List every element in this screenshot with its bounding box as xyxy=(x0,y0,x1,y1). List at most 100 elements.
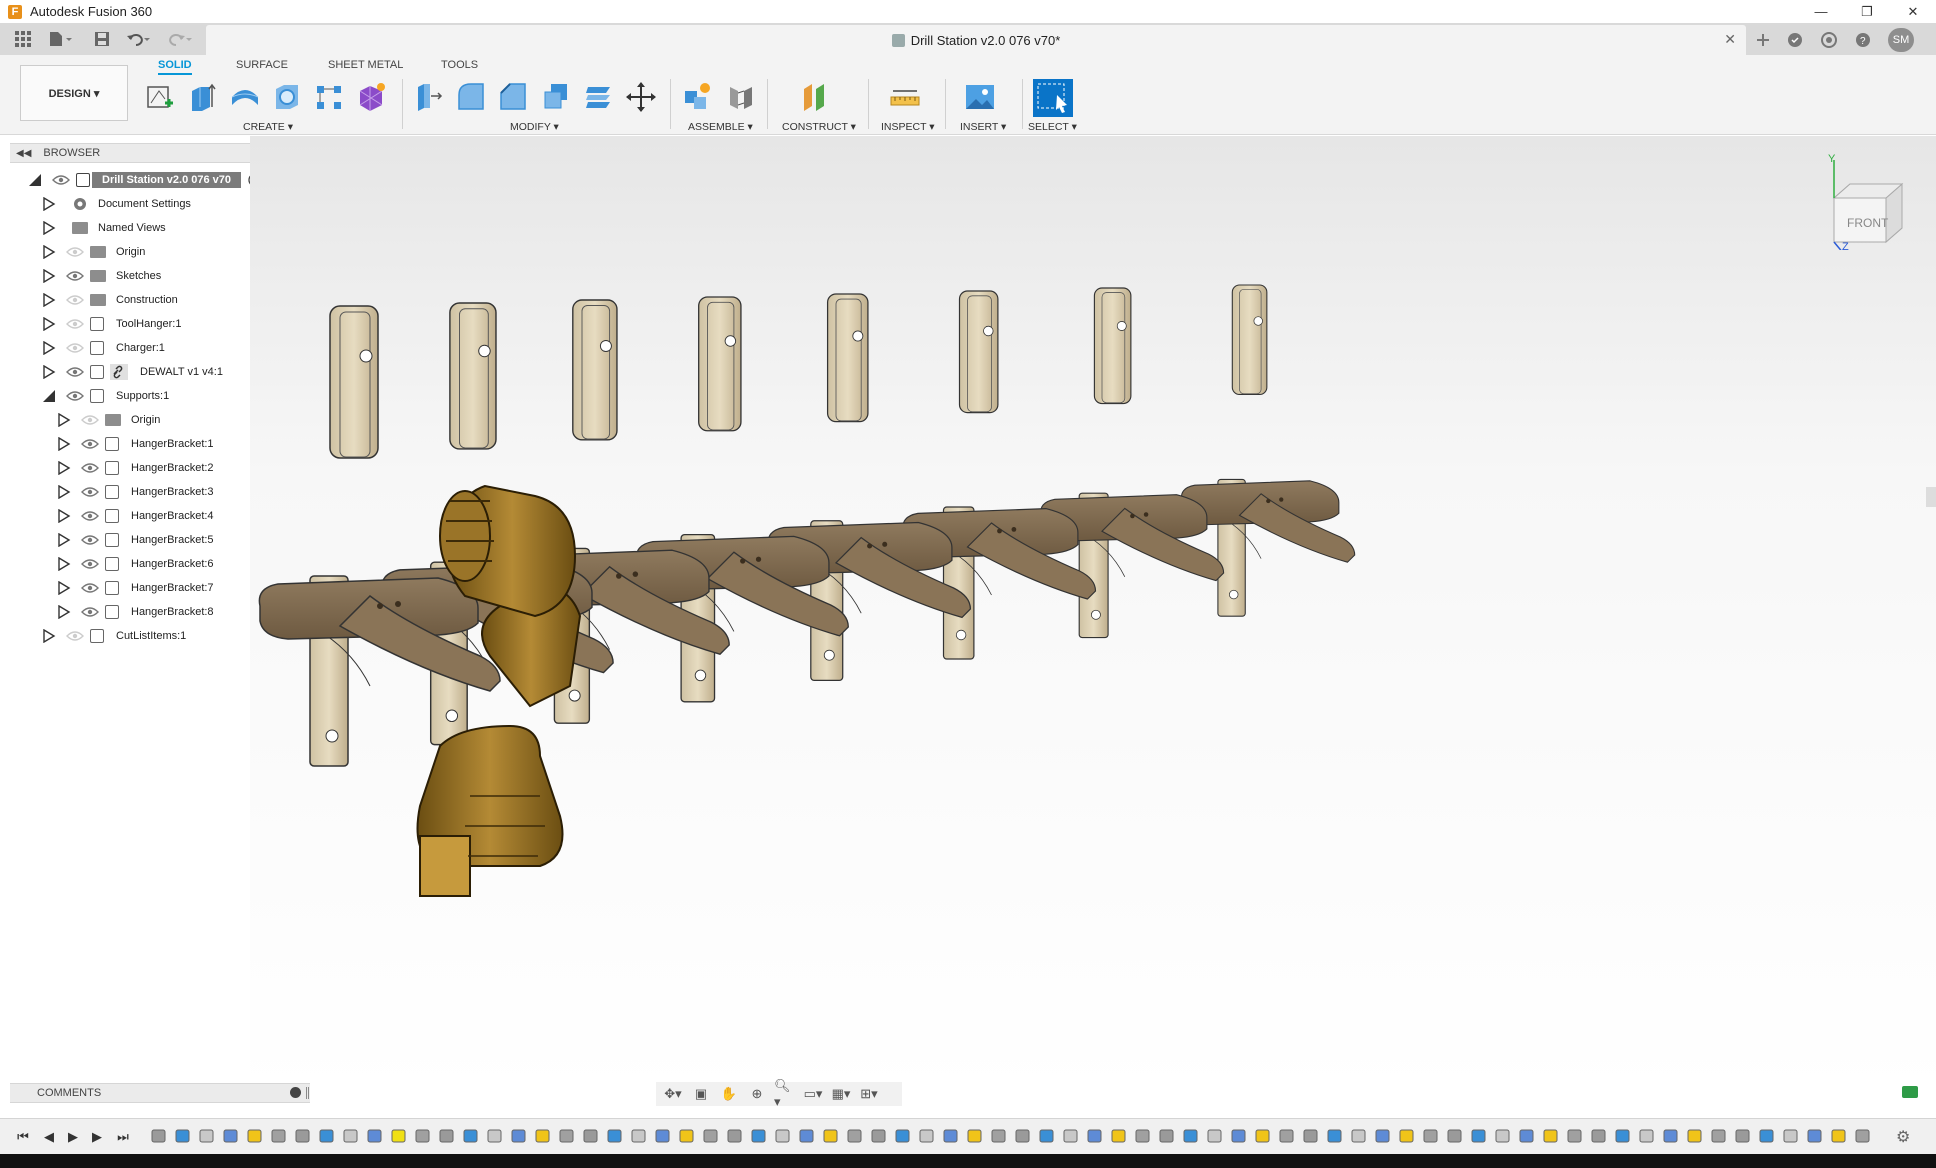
expand-triangle-icon[interactable] xyxy=(42,221,56,235)
timeline-feature-icon[interactable] xyxy=(798,1127,816,1145)
expand-triangle-icon[interactable] xyxy=(57,413,71,427)
visibility-eye-icon[interactable] xyxy=(66,630,84,642)
timeline-feature-icon[interactable] xyxy=(678,1127,696,1145)
timeline-feature-icon[interactable] xyxy=(1806,1127,1824,1145)
timeline-feature-icon[interactable] xyxy=(1230,1127,1248,1145)
timeline-feature-icon[interactable] xyxy=(1470,1127,1488,1145)
close-icon[interactable]: ✕ xyxy=(1890,0,1936,23)
browser-root-row[interactable]: Drill Station v2.0 076 v70 xyxy=(28,169,263,191)
press-pull-icon[interactable] xyxy=(414,81,444,113)
construct-menu[interactable]: CONSTRUCT ▾ xyxy=(782,121,856,133)
timeline-feature-icon[interactable] xyxy=(1350,1127,1368,1145)
visibility-eye-icon[interactable] xyxy=(66,246,84,258)
document-tab[interactable]: Drill Station v2.0 076 v70* ✕ xyxy=(206,25,1746,55)
viewports-icon[interactable]: ⊞▾ xyxy=(858,1085,880,1103)
move-copy-icon[interactable] xyxy=(626,81,656,113)
timeline-feature-icon[interactable] xyxy=(1734,1127,1752,1145)
inspect-menu[interactable]: INSPECT ▾ xyxy=(881,121,935,133)
viewcube-face-label[interactable]: FRONT xyxy=(1847,216,1889,230)
timeline-feature-icon[interactable] xyxy=(342,1127,360,1145)
timeline-feature-icon[interactable] xyxy=(966,1127,984,1145)
timeline-feature-icon[interactable] xyxy=(1518,1127,1536,1145)
timeline-feature-icon[interactable] xyxy=(246,1127,264,1145)
visibility-eye-icon[interactable] xyxy=(81,462,99,474)
save-icon[interactable] xyxy=(92,28,112,50)
browser-item[interactable]: Origin xyxy=(42,241,145,263)
assemble-menu[interactable]: ASSEMBLE ▾ xyxy=(688,121,753,133)
extrude-icon[interactable] xyxy=(188,81,218,113)
display-settings-icon[interactable]: ▭▾ xyxy=(802,1085,824,1103)
timeline-feature-icon[interactable] xyxy=(1422,1127,1440,1145)
visibility-eye-icon[interactable] xyxy=(81,438,99,450)
tab-surface[interactable]: SURFACE xyxy=(236,59,288,71)
timeline-feature-icon[interactable] xyxy=(1326,1127,1344,1145)
visibility-eye-icon[interactable] xyxy=(81,534,99,546)
timeline-feature-icon[interactable] xyxy=(1494,1127,1512,1145)
select-menu[interactable]: SELECT ▾ xyxy=(1028,121,1077,133)
browser-item[interactable]: Document Settings xyxy=(42,193,191,215)
insert-canvas-icon[interactable] xyxy=(965,81,995,113)
expand-triangle-icon[interactable] xyxy=(42,245,56,259)
expand-triangle-icon[interactable] xyxy=(57,509,71,523)
data-panel-grid-icon[interactable] xyxy=(12,28,34,50)
timeline-feature-icon[interactable] xyxy=(750,1127,768,1145)
timeline-feature-icon[interactable] xyxy=(630,1127,648,1145)
visibility-eye-icon[interactable] xyxy=(66,270,84,282)
timeline-feature-icon[interactable] xyxy=(1830,1127,1848,1145)
timeline-feature-icon[interactable] xyxy=(150,1127,168,1145)
timeline-feature-icon[interactable] xyxy=(1854,1127,1872,1145)
expand-triangle-icon[interactable] xyxy=(57,581,71,595)
revolve-icon[interactable] xyxy=(230,81,260,113)
panel-pin-icon[interactable] xyxy=(306,1087,309,1099)
browser-item[interactable]: Named Views xyxy=(42,217,166,239)
timeline-feature-icon[interactable] xyxy=(870,1127,888,1145)
file-menu-icon[interactable] xyxy=(46,28,76,50)
fit-view-icon[interactable]: 🔍︎▾ xyxy=(774,1078,796,1109)
timeline-feature-icon[interactable] xyxy=(486,1127,504,1145)
timeline-feature-icon[interactable] xyxy=(918,1127,936,1145)
browser-item[interactable]: HangerBracket:6 xyxy=(57,553,214,575)
rectangular-pattern-icon[interactable] xyxy=(314,81,344,113)
timeline-feature-icon[interactable] xyxy=(654,1127,672,1145)
timeline-feature-icon[interactable] xyxy=(1590,1127,1608,1145)
browser-item[interactable]: HangerBracket:3 xyxy=(57,481,214,503)
timeline-feature-icon[interactable] xyxy=(1254,1127,1272,1145)
timeline-feature-icon[interactable] xyxy=(822,1127,840,1145)
fillet-icon[interactable] xyxy=(456,81,486,113)
measure-icon[interactable] xyxy=(890,81,920,113)
timeline-feature-icon[interactable] xyxy=(462,1127,480,1145)
chamfer-icon[interactable] xyxy=(498,81,528,113)
expand-triangle-icon[interactable] xyxy=(42,197,56,211)
expand-triangle-icon[interactable] xyxy=(57,437,71,451)
timeline-feature-icon[interactable] xyxy=(1182,1127,1200,1145)
timeline-feature-icon[interactable] xyxy=(1134,1127,1152,1145)
timeline-track[interactable] xyxy=(150,1127,1890,1147)
create-menu[interactable]: CREATE ▾ xyxy=(243,121,293,133)
browser-item[interactable]: ToolHanger:1 xyxy=(42,313,181,335)
shell-icon[interactable] xyxy=(541,81,571,113)
timeline-feature-icon[interactable] xyxy=(606,1127,624,1145)
3d-viewport[interactable] xyxy=(250,136,1936,1096)
expand-triangle-icon[interactable] xyxy=(42,317,56,331)
view-cube[interactable]: FRONT Y Z xyxy=(1820,150,1920,250)
browser-item[interactable]: DEWALT v1 v4:1 xyxy=(42,361,223,383)
visibility-eye-icon[interactable] xyxy=(66,342,84,354)
pan-hand-icon[interactable]: ✋ xyxy=(718,1085,740,1103)
step-forward-icon[interactable]: ▶ xyxy=(88,1129,106,1145)
play-icon[interactable]: ▶ xyxy=(64,1129,82,1145)
visibility-eye-icon[interactable] xyxy=(66,294,84,306)
timeline-feature-icon[interactable] xyxy=(1398,1127,1416,1145)
workspace-switcher-button[interactable]: DESIGN ▾ xyxy=(20,65,128,121)
visibility-eye-icon[interactable] xyxy=(66,318,84,330)
timeline-feature-icon[interactable] xyxy=(894,1127,912,1145)
timeline-feature-icon[interactable] xyxy=(582,1127,600,1145)
expand-triangle-icon[interactable] xyxy=(57,605,71,619)
timeline-feature-icon[interactable] xyxy=(390,1127,408,1145)
collapse-triangle-icon[interactable] xyxy=(28,173,42,187)
expand-triangle-icon[interactable] xyxy=(57,557,71,571)
timeline-feature-icon[interactable] xyxy=(534,1127,552,1145)
hole-icon[interactable] xyxy=(272,81,302,113)
timeline-feature-icon[interactable] xyxy=(1758,1127,1776,1145)
timeline-feature-icon[interactable] xyxy=(366,1127,384,1145)
tab-tools[interactable]: TOOLS xyxy=(441,59,478,71)
